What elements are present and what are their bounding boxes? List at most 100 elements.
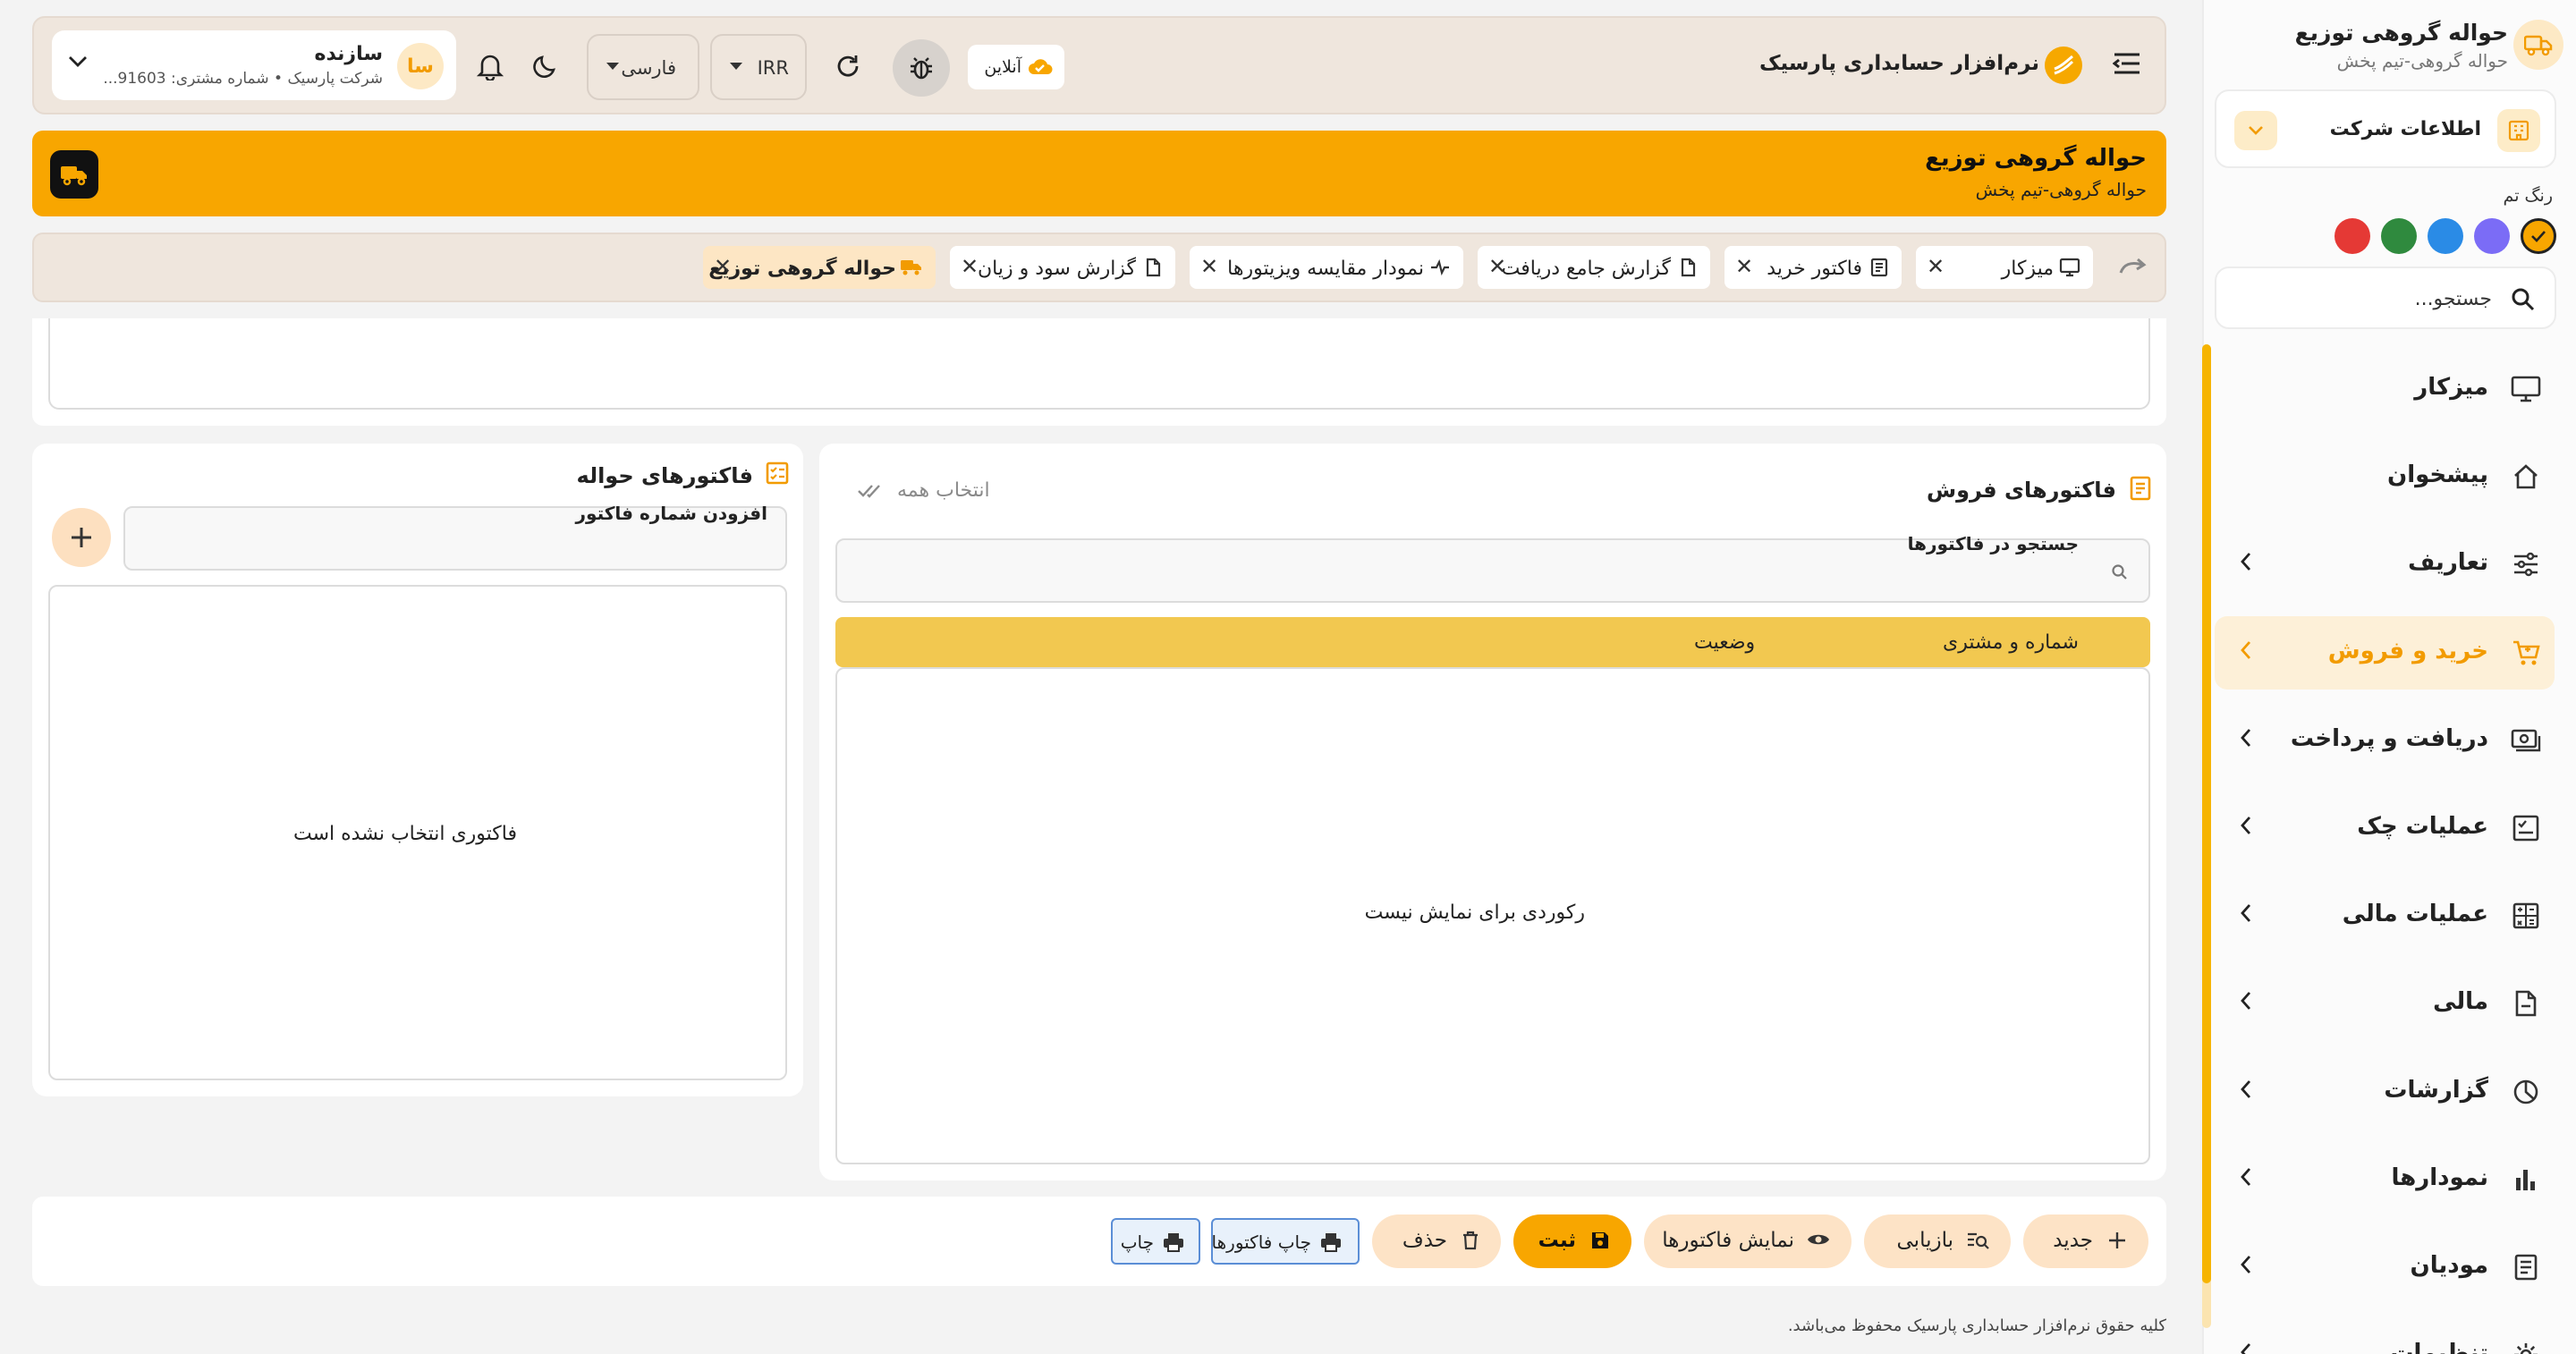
invoice-number-input[interactable]: افزودن شماره فاکتور [123, 503, 787, 571]
filter-card [32, 318, 2166, 426]
cart-icon [2510, 639, 2542, 666]
add-invoice-button[interactable] [52, 508, 111, 567]
theme-swatch-blue[interactable] [2428, 218, 2463, 254]
file-icon [1143, 258, 1163, 277]
truck-icon [900, 258, 923, 277]
monitor-icon [2510, 376, 2542, 402]
sales-invoices-panel: فاکتورهای فروش انتخاب همه جستجو در فاکتو… [819, 444, 2166, 1181]
save-label: ثبت [1538, 1229, 1576, 1252]
sidebar-search-placeholder: جستجو... [2414, 288, 2492, 310]
theme-swatch-purple[interactable] [2474, 218, 2510, 254]
close-icon[interactable]: ✕ [1927, 256, 1945, 277]
sales-invoices-title: فاکتورهای فروش [1926, 478, 2116, 503]
close-icon[interactable]: ✕ [1735, 256, 1753, 277]
select-all-button[interactable]: انتخاب همه [857, 479, 990, 502]
page-banner: حواله گروهی توزیع حواله گروهی-تیم پخش [32, 131, 2166, 216]
language-select[interactable]: فارسی [587, 34, 699, 100]
sidebar-item-pie-chart[interactable]: گزارشات [2215, 1055, 2555, 1129]
home-icon [2510, 463, 2542, 490]
close-icon[interactable]: ✕ [714, 256, 732, 277]
invoice-search-input[interactable]: جستجو در فاکتورها [835, 533, 2150, 603]
empty-state: فاکتوری انتخاب نشده است [293, 823, 517, 845]
caret-down-icon [606, 63, 619, 70]
save-icon [1590, 1231, 1610, 1250]
chevron-down-icon[interactable] [2234, 111, 2277, 150]
tab-group-distribution[interactable]: حواله گروهی توزیع ✕ [703, 246, 936, 289]
moon-icon[interactable] [524, 45, 567, 88]
chevron-left-icon [2240, 1167, 2252, 1187]
select-all-label: انتخاب همه [897, 479, 990, 502]
redo-icon[interactable] [2118, 256, 2148, 275]
tab-dashboard[interactable]: میزکار ✕ [1916, 246, 2093, 289]
sidebar-title: حواله گروهی توزیع [2294, 20, 2508, 46]
sidebar-scrollbar-thumb[interactable] [2202, 344, 2211, 1283]
theme-color-label: رنگ تم [2503, 186, 2553, 206]
sidebar-search-input[interactable]: جستجو... [2215, 267, 2556, 329]
print-invoices-button[interactable]: چاپ فاکتورها [1211, 1218, 1360, 1265]
new-button[interactable]: جدید [2023, 1214, 2148, 1268]
print-button[interactable]: چاپ [1111, 1218, 1200, 1265]
theme-swatch-green[interactable] [2381, 218, 2417, 254]
sidebar-item-bar-chart[interactable]: نمودارها [2215, 1143, 2555, 1216]
refresh-icon[interactable] [826, 45, 869, 88]
sidebar-item-cash[interactable]: دریافت و پرداخت [2215, 704, 2555, 777]
show-invoices-button[interactable]: نمایش فاکتورها [1644, 1214, 1852, 1268]
sidebar-item-gear[interactable]: تنظیمات [2215, 1318, 2555, 1354]
new-label: جدید [2053, 1229, 2093, 1252]
tab-purchase-invoice[interactable]: فاکتور خرید ✕ [1724, 246, 1902, 289]
trash-icon [1462, 1231, 1479, 1250]
sidebar-item-label: عملیات مالی [2342, 901, 2488, 927]
receipt-icon [2510, 1254, 2542, 1281]
filter-card-body [48, 318, 2150, 410]
menu-collapse-icon[interactable] [2113, 52, 2141, 75]
close-icon[interactable]: ✕ [961, 256, 979, 277]
tab-visitors-chart[interactable]: نمودار مقایسه ویزیتورها ✕ [1190, 246, 1463, 289]
delete-label: حذف [1402, 1229, 1447, 1252]
footer-copyright: کلیه حقوق نرم‌افزار حسابداری پارسیک محفو… [1787, 1316, 2166, 1335]
company-info-card[interactable]: اطلاعات شرکت [2215, 89, 2556, 168]
sidebar-item-label: گزارشات [2384, 1077, 2488, 1104]
user-name: سازنده [314, 43, 383, 65]
save-button[interactable]: ثبت [1513, 1214, 1631, 1268]
eye-icon [1807, 1231, 1830, 1248]
sidebar-item-receipt[interactable]: مودیان [2215, 1231, 2555, 1304]
sales-table-body: رکوردی برای نمایش نیست [835, 667, 2150, 1164]
close-icon[interactable]: ✕ [1200, 256, 1218, 277]
chevron-left-icon [2240, 1342, 2252, 1354]
sidebar-item-home[interactable]: پیشخوان [2215, 440, 2555, 513]
theme-swatch-red[interactable] [2334, 218, 2370, 254]
tab-receipts-report[interactable]: گزارش جامع دریافت ✕ [1478, 246, 1710, 289]
language-value: فارسی [621, 57, 676, 79]
sidebar-item-sliders[interactable]: تعاریف [2215, 528, 2555, 601]
chevron-left-icon [2240, 1255, 2252, 1274]
app-name: نرم‌افزار حسابداری پارسیک [1758, 52, 2039, 75]
sidebar-item-monitor[interactable]: میزکار [2215, 352, 2555, 426]
theme-swatch-orange[interactable] [2521, 218, 2556, 254]
sidebar-item-label: عملیات چک [2357, 813, 2488, 840]
open-tabs-bar: میزکار ✕ فاکتور خرید ✕ گزارش جامع دریافت… [32, 233, 2166, 302]
chevron-left-icon [2240, 1079, 2252, 1099]
bug-icon[interactable] [893, 39, 950, 97]
chevron-left-icon [2240, 991, 2252, 1011]
sidebar-item-cart[interactable]: خرید و فروش [2215, 616, 2555, 690]
retrieve-button[interactable]: بازیابی [1864, 1214, 2011, 1268]
column-status[interactable]: وضعیت [1694, 631, 1755, 654]
sidebar-item-document[interactable]: مالی [2215, 967, 2555, 1040]
user-menu[interactable]: سا سازنده شرکت پارسیک • شماره مشتری: 916… [52, 30, 456, 100]
top-header: سا سازنده شرکت پارسیک • شماره مشتری: 916… [32, 16, 2166, 114]
sidebar-item-calculator[interactable]: عملیات مالی [2215, 879, 2555, 952]
column-number-customer[interactable]: شماره و مشتری [1943, 631, 2079, 654]
tab-label: گزارش جامع دریافت [1501, 258, 1671, 280]
caret-down-icon [730, 63, 742, 70]
bell-icon[interactable] [469, 45, 512, 88]
delete-button[interactable]: حذف [1372, 1214, 1501, 1268]
logo-icon [2045, 47, 2082, 84]
sidebar-subtitle: حواله گروهی-تیم پخش [2336, 50, 2508, 72]
tab-label: فاکتور خرید [1767, 258, 1862, 280]
tab-profit-loss-report[interactable]: گزارش سود و زیان ✕ [950, 246, 1175, 289]
sidebar-item-check-list[interactable]: عملیات چک [2215, 791, 2555, 865]
tab-label: گزارش سود و زیان [977, 258, 1136, 280]
close-icon[interactable]: ✕ [1488, 256, 1506, 277]
currency-select[interactable]: IRR [710, 34, 807, 100]
print-invoices-label: چاپ فاکتورها [1211, 1231, 1311, 1253]
